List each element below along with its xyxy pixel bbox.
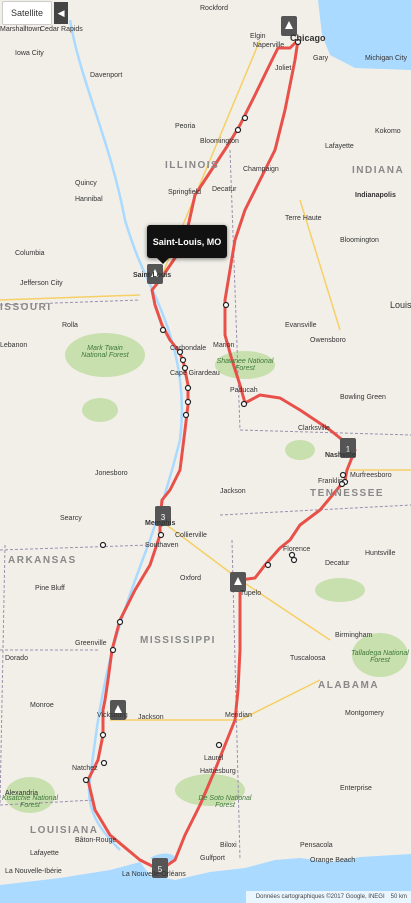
map-controls: Satellite ◀: [0, 0, 69, 26]
waypoint-dot: [100, 759, 108, 767]
waypoint-dot: [184, 398, 192, 406]
waypoint-dot: [294, 38, 302, 46]
stop-markers: 1 3 5: [110, 16, 356, 878]
waypoint-dot: [176, 348, 184, 356]
waypoint-dot: [338, 480, 346, 488]
waypoint-dot: [290, 556, 298, 564]
marker-number: 3: [161, 513, 166, 522]
waypoint-dot: [184, 384, 192, 392]
stop-marker: [147, 264, 163, 284]
forest-areas: [5, 333, 408, 813]
stop-marker: 5: [152, 858, 168, 878]
map-view[interactable]: 1 3 5 ILLINOIS INDIANA ISSOURI TENNESSEE…: [0, 0, 411, 903]
waypoint-dot: [182, 411, 190, 419]
highways: [0, 39, 411, 721]
waypoint-dot: [240, 400, 248, 408]
mississippi-river: [68, 19, 184, 851]
waypoint-dot: [288, 551, 296, 559]
waypoint-dot: [179, 356, 187, 364]
waypoint-dot: [116, 618, 124, 626]
waypoint-dot: [159, 326, 167, 334]
waypoint-dot: [157, 531, 165, 539]
waypoint-dot: [109, 646, 117, 654]
stop-marker: [281, 16, 297, 36]
stop-marker: 1: [340, 438, 356, 458]
waypoint-dot: [222, 301, 230, 309]
stop-marker: 3: [155, 506, 171, 526]
lake-michigan: [318, 0, 411, 70]
waypoint-dots: [82, 38, 349, 784]
waypoint-dot: [215, 741, 223, 749]
collapse-panel-button[interactable]: ◀: [54, 2, 69, 24]
map-canvas[interactable]: 1 3 5: [0, 0, 411, 903]
stop-marker: [230, 572, 246, 592]
marker-number: 1: [346, 445, 351, 454]
map-footer: Données cartographiques ©2017 Google, IN…: [245, 891, 411, 903]
waypoint-dot: [99, 731, 107, 739]
waypoint-dot: [339, 471, 347, 479]
waypoint-dot: [82, 776, 90, 784]
location-tooltip: Saint-Louis, MO: [147, 225, 227, 264]
waypoint-dot: [99, 541, 107, 549]
marker-number: 5: [158, 865, 163, 874]
waypoint-dot: [264, 561, 272, 569]
attribution-text[interactable]: Données cartographiques ©2017 Google, IN…: [256, 894, 385, 900]
scale-text: 50 km: [390, 894, 407, 900]
waypoint-dot: [234, 126, 242, 134]
waypoint-dot: [181, 364, 189, 372]
satellite-button[interactable]: Satellite: [2, 1, 53, 25]
waypoint-dot: [241, 114, 249, 122]
stop-marker: [110, 700, 126, 720]
